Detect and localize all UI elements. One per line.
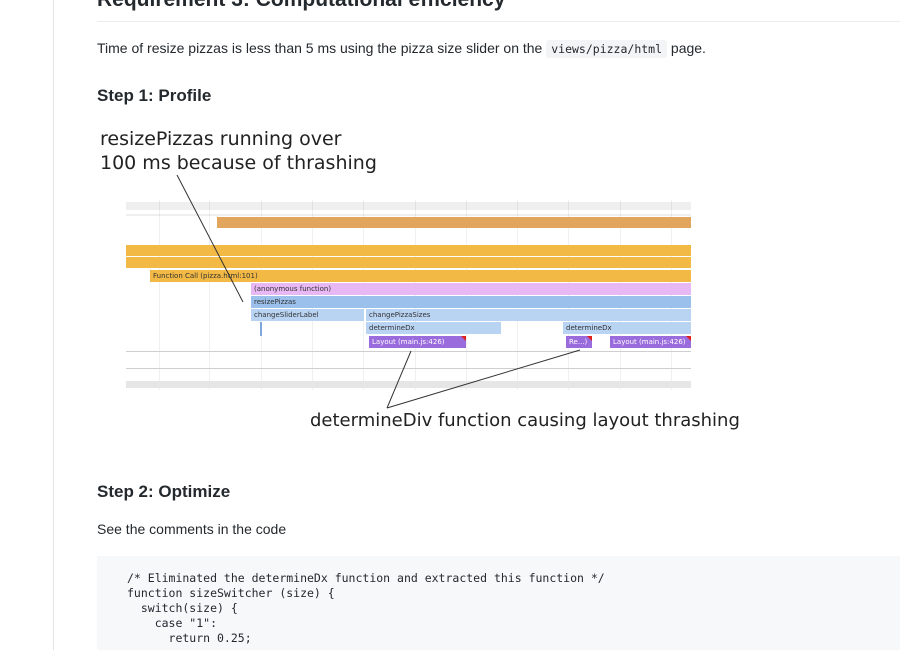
grid-line bbox=[363, 200, 364, 390]
change-pizza-sizes-bar: changePizzaSizes bbox=[366, 309, 691, 321]
grid-line bbox=[620, 200, 621, 390]
warning-marker-icon bbox=[587, 336, 592, 341]
grid-line bbox=[261, 200, 262, 390]
code-block: /* Eliminated the determineDx function a… bbox=[97, 556, 900, 650]
step1-heading: Step 1: Profile bbox=[97, 86, 212, 105]
heading-divider bbox=[97, 21, 900, 22]
determine-dx-bar-2: determineDx bbox=[563, 322, 691, 334]
content-left-border bbox=[53, 0, 54, 650]
annotation-resize-note: resizePizzas running over 100 ms because… bbox=[100, 127, 377, 175]
intro-text-before: Time of resize pizzas is less than 5 ms … bbox=[97, 40, 547, 56]
anonymous-function-bar: (anonymous function) bbox=[251, 283, 691, 295]
code-line: /* Eliminated the determineDx function a… bbox=[127, 571, 605, 585]
layout-bar-1: Layout (main.js:426) bbox=[369, 336, 466, 348]
grid-line bbox=[415, 200, 416, 390]
section-heading: Requirement 3: Computational efficiency bbox=[97, 0, 505, 12]
timeline-ruler-track bbox=[126, 202, 691, 210]
small-call-marker bbox=[260, 322, 262, 336]
performance-flame-chart: Function Call (pizza.html:101) (anonymou… bbox=[126, 200, 691, 390]
change-slider-label-bar: changeSliderLabel bbox=[251, 309, 364, 321]
annotation-determine-div: determineDiv function causing layout thr… bbox=[310, 410, 740, 431]
inline-code-path: views/pizza/html bbox=[546, 40, 668, 58]
scripting-bar-1 bbox=[126, 245, 691, 256]
intro-paragraph: Time of resize pizzas is less than 5 ms … bbox=[97, 40, 706, 58]
grid-line bbox=[517, 200, 518, 390]
grid-line bbox=[568, 200, 569, 390]
code-line: function sizeSwitcher (size) { bbox=[127, 586, 335, 600]
warning-marker-icon bbox=[461, 336, 466, 341]
code-line: switch(size) { bbox=[127, 601, 238, 615]
grid-line bbox=[312, 200, 313, 390]
warning-marker-icon bbox=[686, 336, 691, 341]
code-line: return 0.25; bbox=[127, 631, 252, 645]
grid-line bbox=[159, 200, 160, 390]
annotation-line-2: 100 ms because of thrashing bbox=[100, 152, 377, 174]
grid-line bbox=[671, 200, 672, 390]
grid-line bbox=[466, 200, 467, 390]
determine-dx-bar-1: determineDx bbox=[366, 322, 501, 334]
intro-text-after: page. bbox=[667, 40, 706, 56]
timeline-ruler-track-2 bbox=[126, 214, 691, 216]
track-separator bbox=[126, 351, 691, 352]
track-separator bbox=[126, 368, 691, 369]
event-bar bbox=[217, 217, 691, 228]
resize-pizzas-bar: resizePizzas bbox=[251, 296, 691, 308]
code-content: /* Eliminated the determineDx function a… bbox=[97, 556, 900, 646]
function-call-bar: Function Call (pizza.html:101) bbox=[150, 270, 691, 282]
grid-line bbox=[209, 200, 210, 390]
annotation-line-1: resizePizzas running over bbox=[100, 128, 342, 150]
recalc-style-bar: Re...) bbox=[566, 336, 592, 348]
scripting-bar-2 bbox=[126, 257, 691, 268]
code-line: case "1": bbox=[127, 616, 218, 630]
see-comments-text: See the comments in the code bbox=[97, 521, 287, 537]
step2-heading: Step 2: Optimize bbox=[97, 482, 231, 501]
layout-bar-2: Layout (main.js:426) bbox=[610, 336, 691, 348]
timeline-bottom-track bbox=[126, 381, 691, 388]
